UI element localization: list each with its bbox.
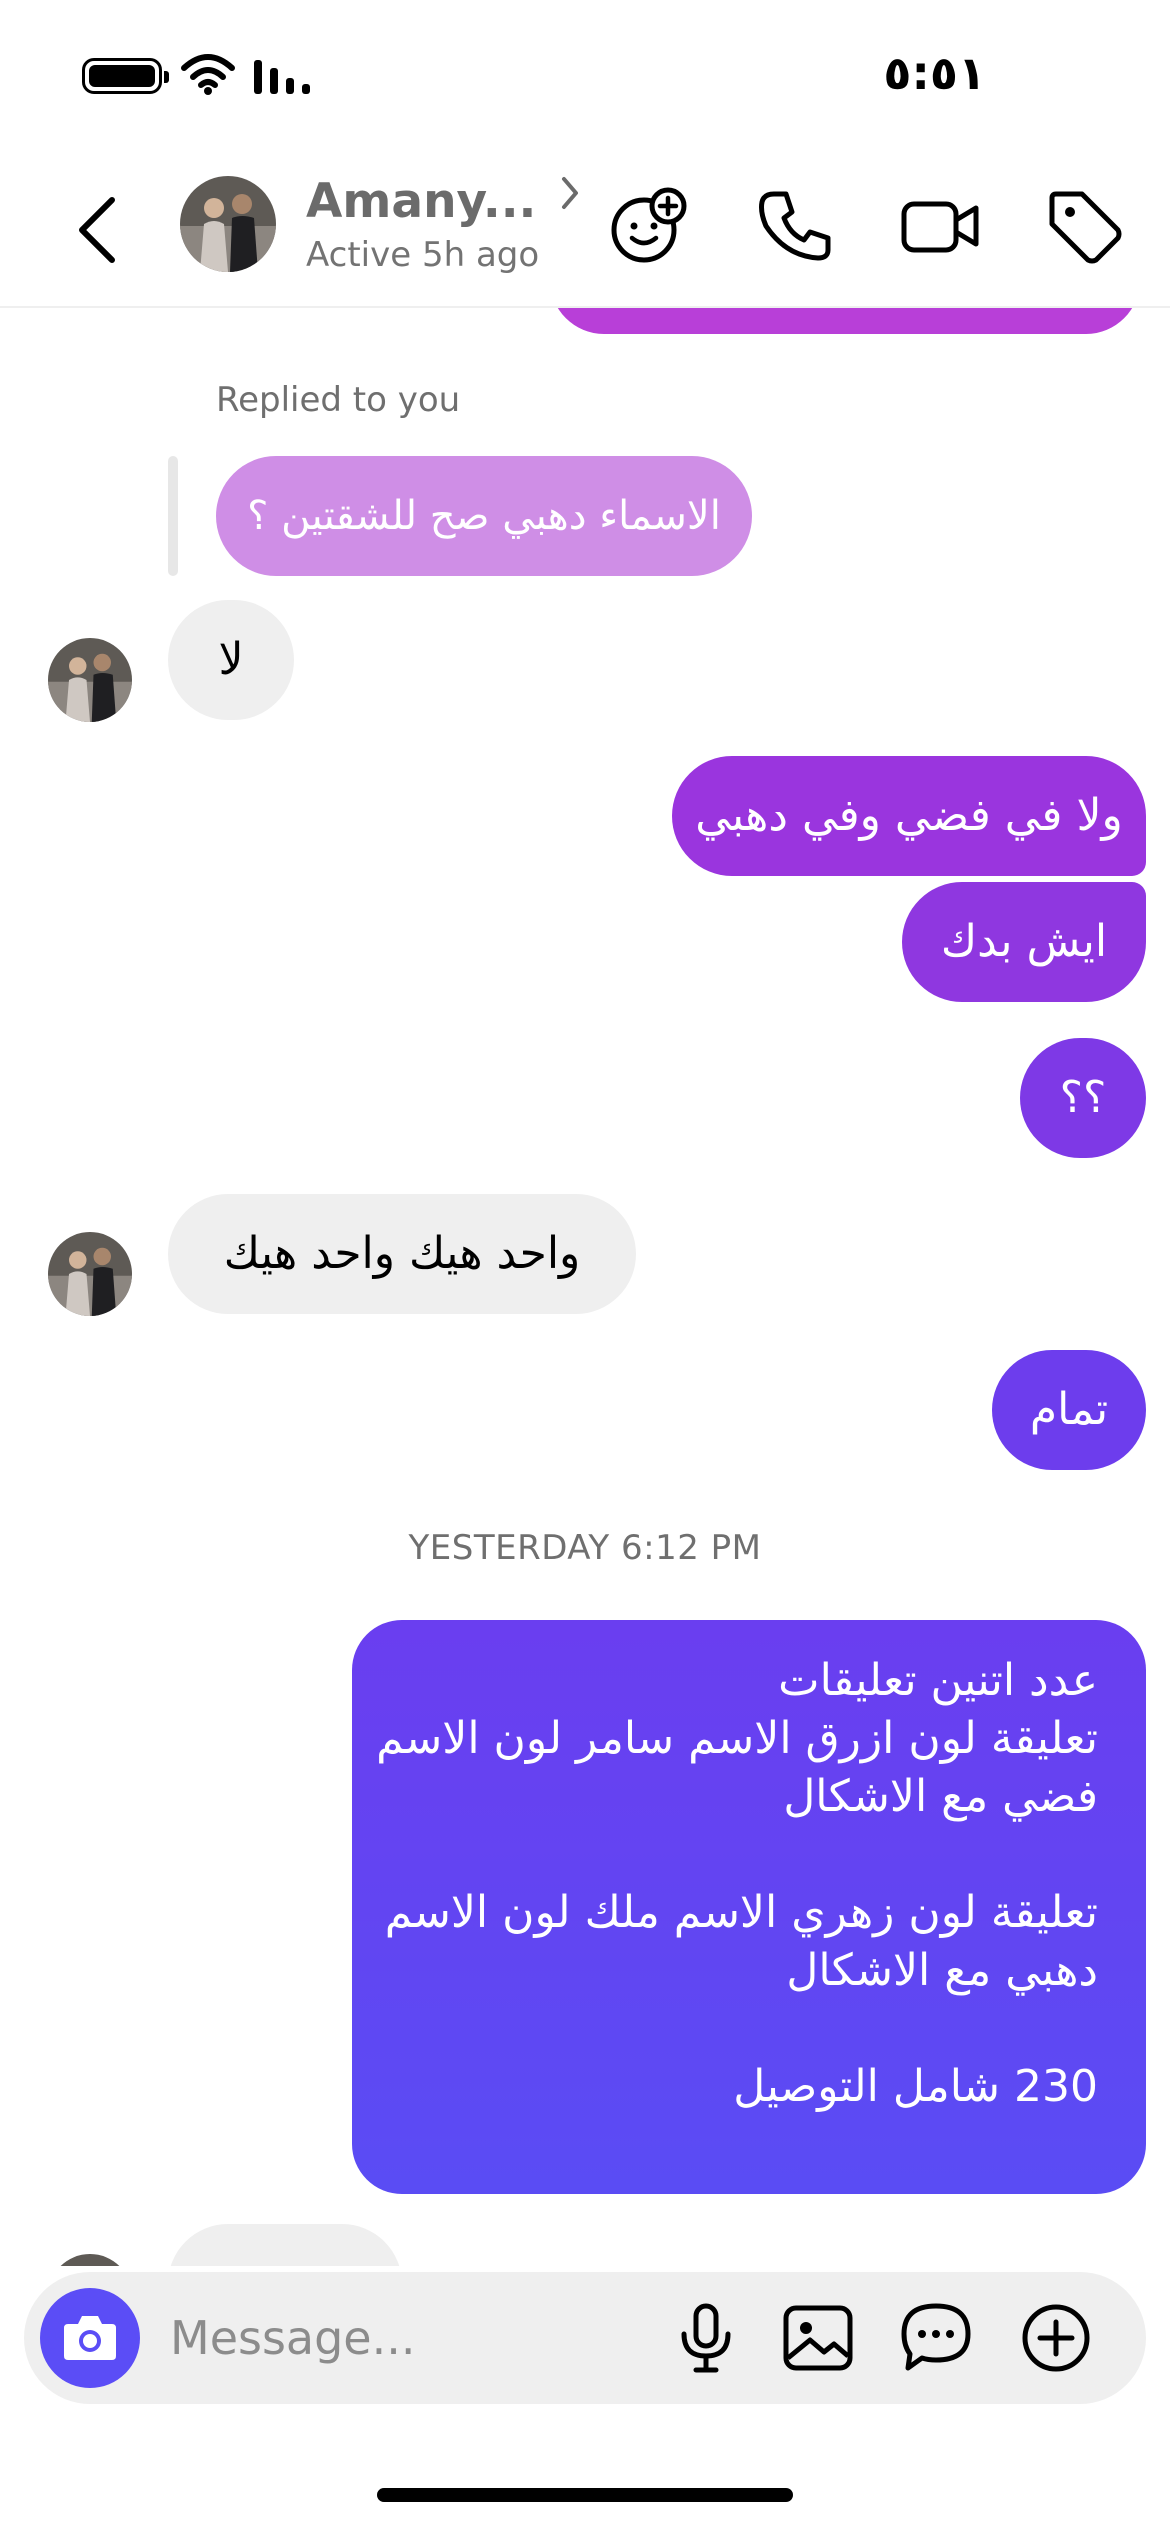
add-icon[interactable]: [1014, 2296, 1098, 2380]
video-icon[interactable]: [896, 182, 984, 270]
camera-button[interactable]: [40, 2288, 140, 2388]
message-bubble-outgoing[interactable]: ايش بدك: [902, 882, 1146, 1002]
wifi-icon: [181, 54, 235, 95]
message-composer: [24, 2272, 1146, 2404]
reply-label: Replied to you: [216, 380, 461, 420]
contact-avatar[interactable]: [180, 176, 276, 272]
signal-icon: [254, 60, 310, 94]
order-line: 230 شامل التوصيل: [733, 2061, 1098, 2112]
home-indicator[interactable]: [377, 2488, 793, 2502]
replied-message-bubble[interactable]: الاسماء دهبي صح للشقتين ؟: [216, 456, 752, 576]
phone-icon[interactable]: [750, 182, 838, 270]
microphone-icon[interactable]: [664, 2296, 748, 2380]
order-line: دهبي مع الاشكال: [786, 1945, 1098, 1996]
status-bar: ٥:٥١: [0, 0, 1170, 150]
contact-status: Active 5h ago: [306, 235, 540, 275]
chat-header: Amany... Active 5h ago: [0, 150, 1170, 308]
order-line: فضي مع الاشكال: [783, 1771, 1098, 1822]
sender-avatar[interactable]: [48, 2254, 132, 2266]
message-input[interactable]: [170, 2302, 630, 2374]
message-bubble-incoming[interactable]: واحد هيك واحد هيك: [168, 1194, 636, 1314]
message-bubble-outgoing-order[interactable]: عدد اتنين تعليقات تعليقة لون ازرق الاسم …: [352, 1620, 1146, 2194]
message-bubble-outgoing[interactable]: ؟؟: [1020, 1038, 1146, 1158]
message-bubble-outgoing[interactable]: [550, 306, 1140, 334]
contact-name[interactable]: Amany...: [306, 174, 536, 229]
contact-info[interactable]: Amany... Active 5h ago: [306, 174, 580, 275]
back-icon[interactable]: [66, 190, 126, 270]
message-bubble-outgoing[interactable]: ولا في فضي وفي دهبي: [672, 756, 1146, 876]
status-time: ٥:٥١: [883, 46, 986, 100]
message-bubble-incoming[interactable]: لا: [168, 600, 294, 720]
gallery-icon[interactable]: [776, 2296, 860, 2380]
message-list[interactable]: Replied to you الاسماء دهبي صح للشقتين ؟…: [0, 306, 1170, 2266]
tag-icon[interactable]: [1040, 182, 1128, 270]
message-bubble-incoming[interactable]: [168, 2224, 402, 2266]
message-bubble-outgoing[interactable]: تمام: [992, 1350, 1146, 1470]
effects-sticker-icon[interactable]: [604, 182, 692, 270]
order-line: تعليقة لون زهري الاسم ملك لون الاسم: [384, 1887, 1098, 1938]
reply-quote-bar: [168, 456, 178, 576]
order-line: عدد اتنين تعليقات: [778, 1655, 1098, 1706]
chat-bubble-icon[interactable]: [894, 2296, 978, 2380]
sender-avatar[interactable]: [48, 1232, 132, 1316]
sender-avatar[interactable]: [48, 638, 132, 722]
timestamp-divider: YESTERDAY 6:12 PM: [408, 1528, 762, 1568]
battery-icon: [82, 58, 169, 94]
order-line: تعليقة لون ازرق الاسم سامر لون الاسم: [376, 1713, 1098, 1764]
camera-icon: [64, 2316, 116, 2360]
chevron-right-icon: [561, 177, 578, 209]
